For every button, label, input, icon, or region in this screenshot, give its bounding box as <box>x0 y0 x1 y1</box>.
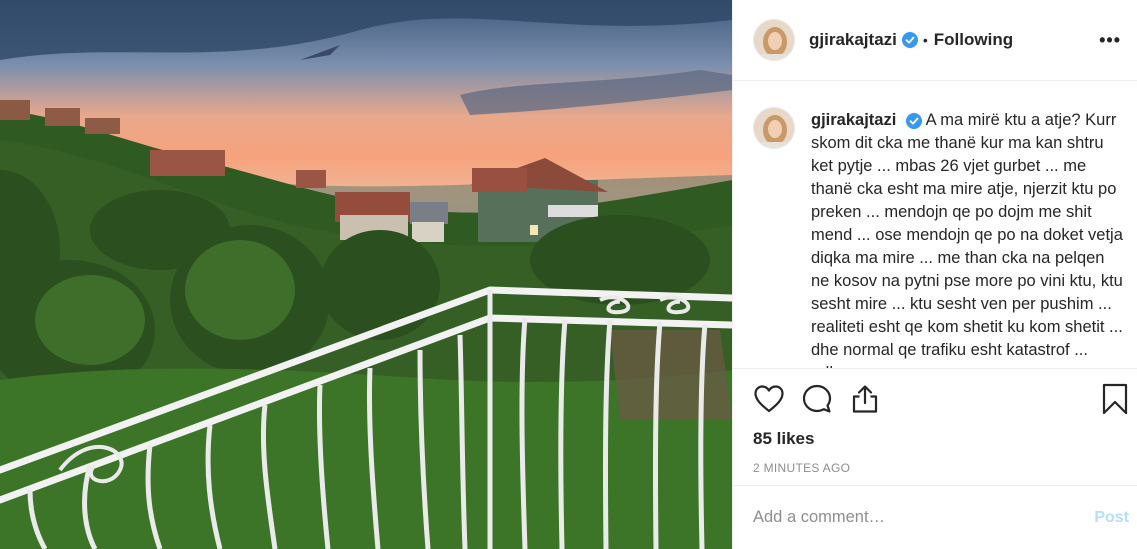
comment-button[interactable] <box>801 383 833 415</box>
action-bar <box>733 369 1137 429</box>
likes-count[interactable]: 85 likes <box>733 429 1137 449</box>
more-options-icon[interactable]: ••• <box>1099 30 1121 51</box>
like-button[interactable] <box>753 383 785 415</box>
separator-dot: • <box>922 32 928 48</box>
comment-bubble-icon <box>802 384 832 413</box>
caption-text: gjirakajtazi A ma mirë ktu a atje? Kurr … <box>811 107 1123 368</box>
comment-bar: Post <box>733 485 1137 549</box>
verified-badge-icon <box>901 32 918 48</box>
avatar[interactable] <box>753 19 795 61</box>
verified-badge-icon <box>905 112 922 129</box>
bookmark-icon <box>1102 383 1128 415</box>
post-timestamp[interactable]: 2 MINUTES AGO <box>733 461 1137 475</box>
caption-username[interactable]: gjirakajtazi <box>811 111 896 129</box>
post-photo[interactable] <box>0 0 732 549</box>
post-image <box>0 0 732 549</box>
post-header: gjirakajtazi • Following ••• <box>733 0 1137 81</box>
share-button[interactable] <box>849 383 881 415</box>
comment-input[interactable] <box>753 508 1095 527</box>
caption-section: gjirakajtazi A ma mirë ktu a atje? Kurr … <box>733 81 1137 369</box>
username-link[interactable]: gjirakajtazi <box>809 30 897 50</box>
share-icon <box>852 385 878 413</box>
post-detail-panel: gjirakajtazi • Following ••• gjirakajtaz… <box>732 0 1137 549</box>
post-comment-button[interactable]: Post <box>1094 509 1129 527</box>
caption-body: A ma mirë ktu a atje? Kurr skom dit cka … <box>811 111 1123 368</box>
save-button[interactable] <box>1099 383 1131 415</box>
caption-avatar[interactable] <box>753 107 795 149</box>
heart-icon <box>754 385 784 413</box>
following-button[interactable]: Following <box>934 30 1013 50</box>
